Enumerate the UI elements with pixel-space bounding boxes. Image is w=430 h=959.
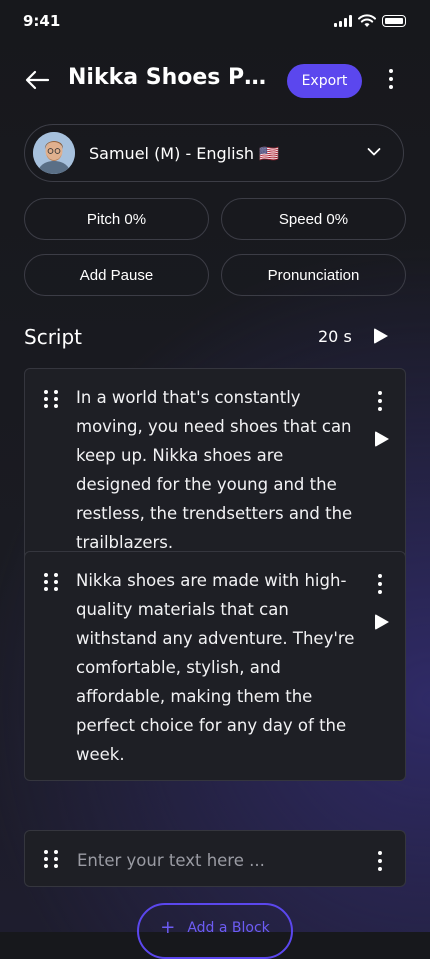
script-block-text[interactable]: Nikka shoes are made with high-quality m… xyxy=(76,566,356,769)
export-button[interactable]: Export xyxy=(287,64,362,98)
drag-handle-icon[interactable] xyxy=(44,850,58,868)
script-block[interactable]: Nikka shoes are made with high-quality m… xyxy=(24,551,406,781)
chevron-down-icon xyxy=(367,148,381,156)
play-block-icon[interactable] xyxy=(375,614,389,630)
wifi-icon xyxy=(358,14,376,27)
script-title: Script xyxy=(24,325,83,349)
plus-icon: + xyxy=(160,917,176,938)
signal-icon xyxy=(334,15,352,27)
page-title: Nikka Shoes Pro... xyxy=(68,65,268,90)
status-icons xyxy=(334,14,406,28)
script-block-text[interactable]: In a world that's constantly moving, you… xyxy=(76,383,356,557)
new-block-row xyxy=(24,830,406,887)
pitch-button[interactable]: Pitch 0% xyxy=(24,198,209,240)
script-block[interactable]: In a world that's constantly moving, you… xyxy=(24,368,406,568)
script-duration: 20 s xyxy=(318,327,352,346)
avatar xyxy=(33,132,75,174)
add-block-button[interactable]: + Add a Block xyxy=(137,903,293,959)
speed-button[interactable]: Speed 0% xyxy=(221,198,406,240)
new-block-input[interactable] xyxy=(75,843,359,877)
play-block-icon[interactable] xyxy=(375,431,389,447)
drag-handle-icon[interactable] xyxy=(44,573,58,591)
block-menu-icon[interactable] xyxy=(378,574,382,594)
battery-icon xyxy=(382,15,406,27)
more-menu-icon[interactable] xyxy=(389,69,393,89)
status-time: 9:41 xyxy=(23,12,61,30)
header: Nikka Shoes Pro... Export xyxy=(0,56,430,106)
add-block-label: Add a Block xyxy=(187,920,270,936)
voice-selector[interactable]: Samuel (M) - English 🇺🇸 xyxy=(24,124,404,182)
voice-label: Samuel (M) - English 🇺🇸 xyxy=(89,144,280,163)
pronunciation-button[interactable]: Pronunciation xyxy=(221,254,406,296)
add-pause-button[interactable]: Add Pause xyxy=(24,254,209,296)
play-script-icon[interactable] xyxy=(374,328,388,344)
block-menu-icon[interactable] xyxy=(378,391,382,411)
input-menu-icon[interactable] xyxy=(378,851,382,871)
status-bar: 9:41 xyxy=(0,0,430,44)
drag-handle-icon[interactable] xyxy=(44,390,58,408)
back-arrow-icon[interactable] xyxy=(24,68,52,92)
